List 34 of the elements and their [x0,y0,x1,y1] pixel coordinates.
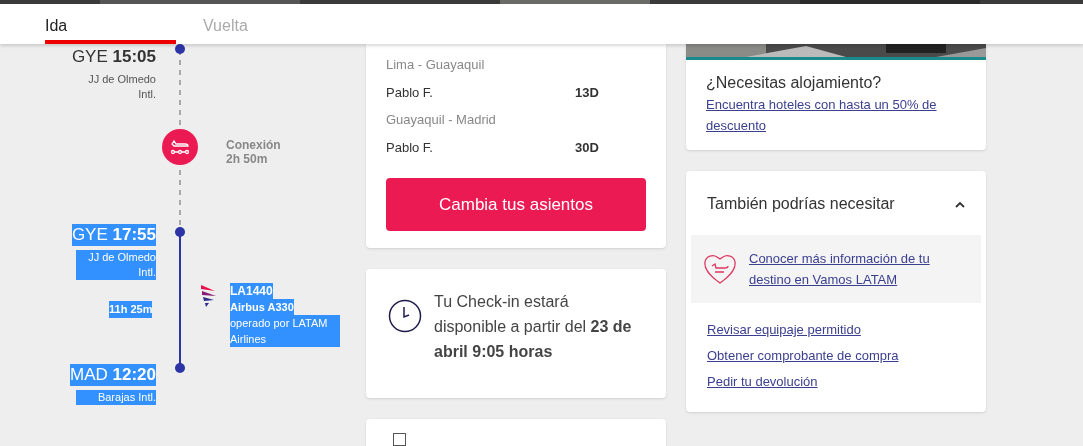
route-label: Lima - Guayaquil [386,56,486,74]
arrival-time: GYE 17:55 [71,224,156,246]
passenger-name: Pablo F. [386,138,434,157]
passenger-name: Pablo F. [386,83,434,102]
change-seats-button[interactable]: Cambia tus asientos [386,178,646,231]
arrival-time: GYE 15:05 [71,46,156,68]
route-label: Guayaquil - Madrid [386,111,497,129]
flight-number: LA1440 [230,283,273,299]
airport-name: JJ de Olmedo Intl. [76,250,156,280]
aircraft-model: Airbus A330 [230,299,294,315]
tab[interactable]: Ida [45,4,176,44]
hotel-title: ¿Necesitas alojamiento? [706,73,882,93]
checkin-message: Tu Check-in estará disponible a partir del 23 de abril 9:05 horas [434,292,633,362]
hotel-link[interactable]: Encuentra hoteles con hasta un 50% de descuento [706,94,966,136]
extras-title: También podrías necesitar [707,194,895,214]
clock-icon [388,299,422,333]
extras-link[interactable]: Obtener comprobante de compra [707,345,899,366]
connection-plane-icon [162,129,198,165]
destination-link[interactable]: Conocer más información de tu destino en Vamos LATAM [749,248,959,290]
operator-text: operado por LATAM Airlines [230,315,340,347]
flight-duration: 11h 25m [109,301,153,318]
extras-link[interactable]: Pedir tu devolución [707,371,818,392]
seat-number: 30D [575,138,599,157]
arrival-time: MAD 12:20 [70,364,156,386]
airport-name: Barajas Intl. [76,390,156,405]
connection-label: Conexión [226,138,281,152]
connection-duration: 2h 50m [226,152,269,166]
chevron-icon[interactable] [955,200,965,208]
extras-link[interactable]: Revisar equipaje permitido [707,319,861,340]
airport-name: JJ de Olmedo Intl. [87,72,156,102]
checkbox[interactable] [393,433,406,446]
airline-logo-icon [200,284,217,308]
seat-number: 13D [575,83,599,102]
heart-plane-icon [703,253,737,285]
